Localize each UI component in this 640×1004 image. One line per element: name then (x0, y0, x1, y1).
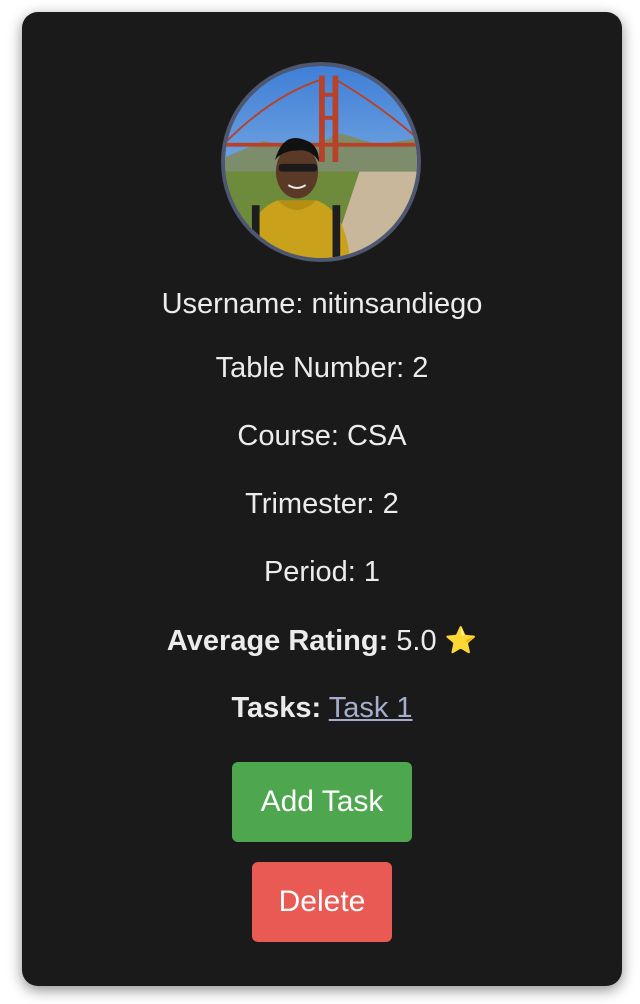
trimester-row: Trimester: 2 (22, 486, 622, 522)
average-rating-label: Average Rating: (166, 625, 389, 657)
add-task-button[interactable]: Add Task (232, 762, 412, 842)
delete-button[interactable]: Delete (252, 862, 392, 942)
tasks-row: Tasks: Task 1 (22, 690, 622, 726)
period-label: Period: (263, 556, 356, 588)
tasks-label: Tasks: (231, 692, 322, 724)
table-number-row: Table Number: 2 (22, 350, 622, 386)
star-icon: ⭐ (444, 625, 478, 655)
avatar (221, 62, 421, 262)
table-number-label: Table Number: (215, 352, 405, 384)
username-value: nitinsandiego (311, 288, 483, 320)
average-rating-value: 5.0 (396, 625, 437, 657)
course-row: Course: CSA (22, 418, 622, 454)
trimester-value: 2 (382, 488, 399, 520)
course-label: Course: (237, 420, 339, 452)
trimester-label: Trimester: (245, 488, 375, 520)
username-row: Username: nitinsandiego (22, 286, 622, 322)
table-number-value: 2 (412, 352, 429, 384)
period-value: 1 (363, 556, 381, 588)
avatar-photo (225, 66, 417, 258)
period-row: Period: 1 (22, 554, 622, 590)
username-label: Username: (161, 288, 304, 320)
profile-card: Username: nitinsandiego Table Number: 2 … (22, 12, 622, 986)
task-link[interactable]: Task 1 (329, 692, 413, 724)
course-value: CSA (346, 420, 407, 452)
average-rating-row: Average Rating: 5.0 ⭐ (22, 622, 622, 659)
